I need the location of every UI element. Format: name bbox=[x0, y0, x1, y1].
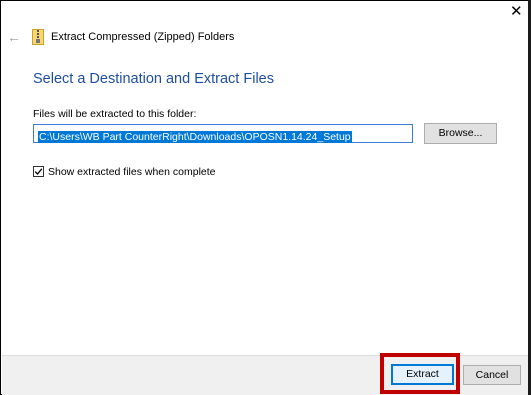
show-extracted-files-checkbox[interactable] bbox=[33, 166, 44, 177]
page-heading: Select a Destination and Extract Files bbox=[33, 71, 274, 87]
browse-button[interactable]: Browse... bbox=[424, 123, 497, 144]
destination-label: Files will be extracted to this folder: bbox=[33, 108, 197, 120]
extract-button[interactable]: Extract bbox=[391, 364, 454, 385]
zip-folder-icon bbox=[32, 29, 44, 45]
checkmark-icon bbox=[34, 168, 43, 175]
destination-path-input[interactable]: C:\Users\WB Part CounterRight\Downloads\… bbox=[33, 124, 413, 143]
cancel-button[interactable]: Cancel bbox=[463, 365, 521, 385]
dialog-window: ✕ ← Extract Compressed (Zipped) Folders … bbox=[0, 0, 531, 395]
window-title: Extract Compressed (Zipped) Folders bbox=[51, 31, 235, 43]
destination-path-text: C:\Users\WB Part CounterRight\Downloads\… bbox=[38, 131, 352, 143]
show-extracted-files-label[interactable]: Show extracted files when complete bbox=[48, 166, 216, 178]
close-icon[interactable]: ✕ bbox=[510, 3, 523, 21]
back-arrow-icon[interactable]: ← bbox=[7, 29, 21, 45]
